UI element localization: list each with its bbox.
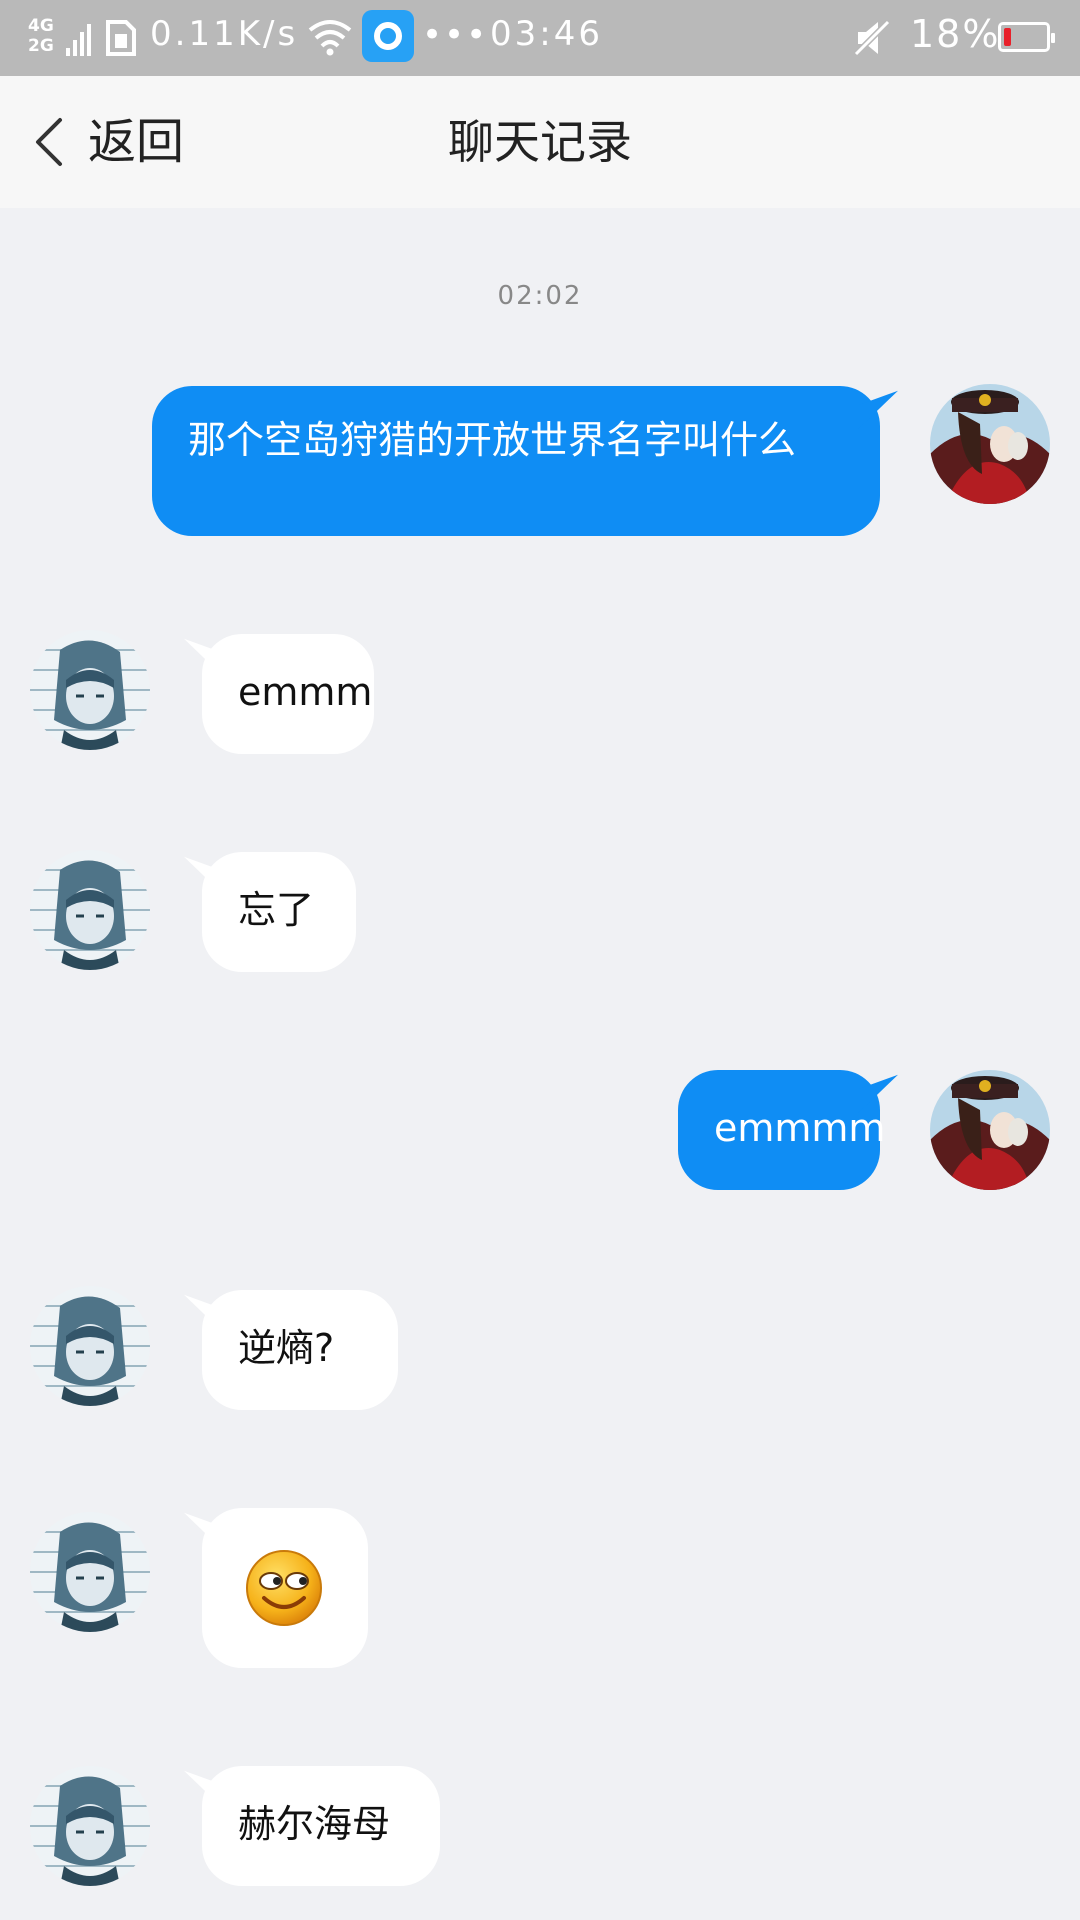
self-avatar-image bbox=[930, 384, 1050, 504]
page-title: 聊天记录 bbox=[448, 115, 632, 169]
incoming-message-bubble[interactable]: 逆熵? bbox=[184, 1290, 398, 1410]
top-navigation-bar: 返回 聊天记录 bbox=[0, 76, 1080, 208]
outgoing-message-bubble[interactable]: 那个空岛狩猎的开放世界名字叫什么 bbox=[152, 386, 898, 536]
clock: 03:46 bbox=[490, 14, 603, 54]
contact-avatar[interactable] bbox=[30, 1766, 150, 1886]
message-text: emmm bbox=[238, 670, 373, 714]
contact-avatar[interactable] bbox=[30, 1512, 150, 1632]
mute-icon bbox=[853, 19, 891, 57]
incoming-message-bubble[interactable]: 忘了 bbox=[184, 852, 356, 972]
contact-avatar-image bbox=[30, 630, 150, 750]
self-avatar[interactable] bbox=[930, 384, 1050, 504]
contact-avatar[interactable] bbox=[30, 850, 150, 970]
message-text: 忘了 bbox=[238, 888, 315, 932]
battery-icon bbox=[998, 22, 1055, 52]
sim-card-icon bbox=[106, 20, 136, 56]
incoming-message-bubble[interactable]: emmm bbox=[184, 634, 374, 754]
contact-avatar-image bbox=[30, 850, 150, 970]
contact-avatar-image bbox=[30, 1766, 150, 1886]
network-type-bottom: 2G bbox=[28, 36, 54, 56]
signal-bars-icon bbox=[66, 24, 91, 56]
contact-avatar[interactable] bbox=[30, 1286, 150, 1406]
message-text: 逆熵? bbox=[238, 1326, 335, 1370]
message-text: emmmm bbox=[714, 1106, 886, 1150]
battery-percent: 18% bbox=[910, 12, 1001, 56]
outgoing-message-bubble[interactable]: emmmm bbox=[678, 1070, 898, 1190]
contact-avatar-image bbox=[30, 1286, 150, 1406]
contact-avatar-image bbox=[30, 1512, 150, 1632]
app-notification-icon bbox=[362, 10, 414, 62]
network-speed: 0.11K/s bbox=[150, 14, 299, 54]
contact-avatar[interactable] bbox=[30, 630, 150, 750]
self-avatar-image bbox=[930, 1070, 1050, 1190]
side-eye-smile-emoji-icon bbox=[246, 1550, 322, 1626]
status-bar: 4G 2G 0.11K/s ••• 03:46 18% bbox=[0, 0, 1080, 76]
incoming-emoji-bubble[interactable] bbox=[184, 1508, 368, 1668]
message-text: 那个空岛狩猎的开放世界名字叫什么 bbox=[188, 418, 797, 462]
incoming-message-bubble[interactable]: 赫尔海母 bbox=[184, 1766, 440, 1886]
self-avatar[interactable] bbox=[930, 1070, 1050, 1190]
battery-level-fill bbox=[1004, 28, 1011, 46]
more-notifications-icon: ••• bbox=[422, 15, 489, 55]
wifi-icon bbox=[308, 20, 352, 56]
message-text: 赫尔海母 bbox=[238, 1802, 391, 1846]
message-timestamp: 02:02 bbox=[497, 281, 583, 311]
network-type-top: 4G bbox=[28, 16, 54, 36]
network-type: 4G 2G bbox=[28, 16, 68, 60]
